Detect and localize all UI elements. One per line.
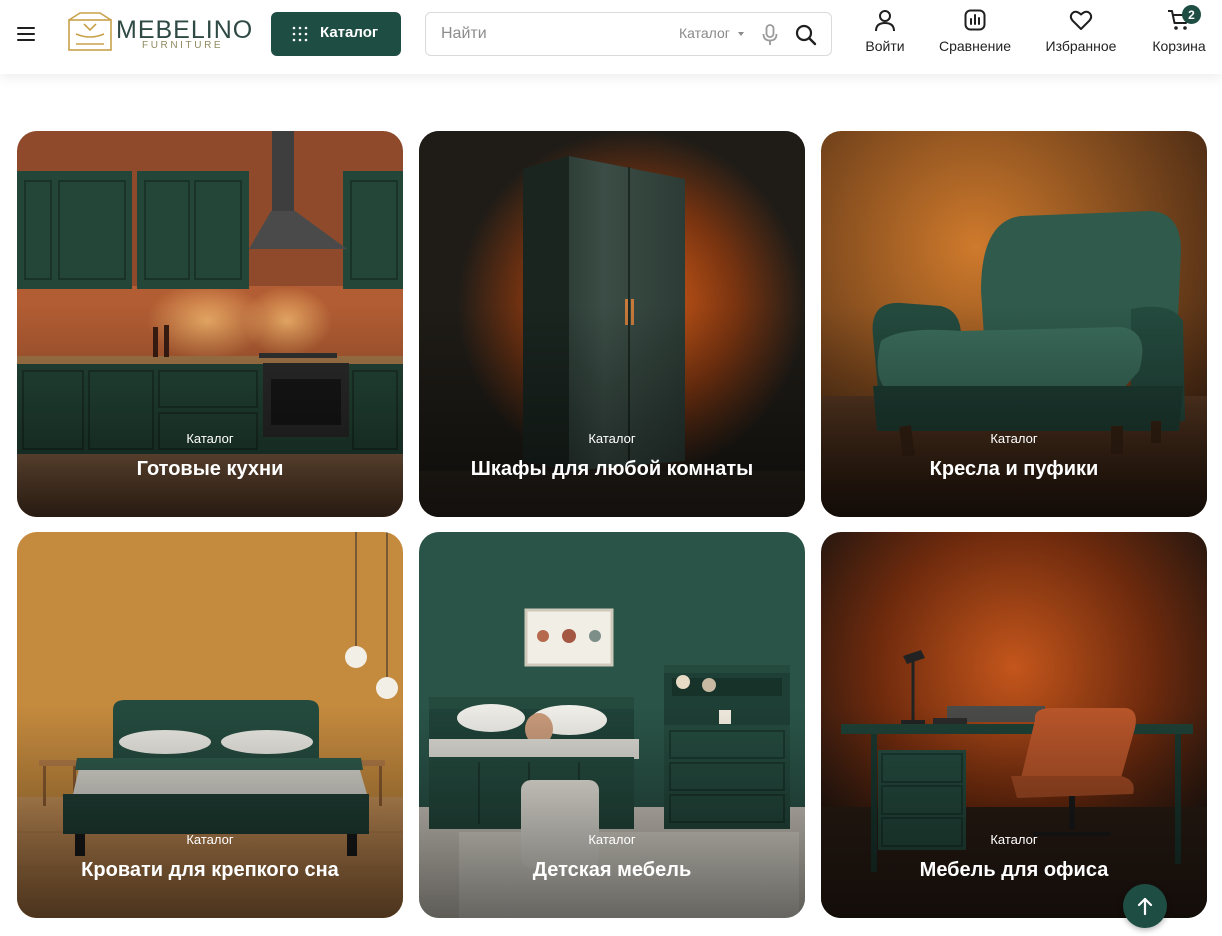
login-button[interactable]: Войти xyxy=(860,8,910,60)
card-kicker: Каталог xyxy=(990,832,1038,847)
card-shade xyxy=(419,705,805,918)
category-card-kids[interactable]: Каталог Детская мебель xyxy=(419,532,805,918)
card-kicker: Каталог xyxy=(990,431,1038,446)
logo[interactable]: MEBELINO FURNITURE xyxy=(66,10,252,56)
search-scope-select[interactable]: Каталог xyxy=(679,25,730,41)
card-title: Шкафы для любой комнаты xyxy=(470,458,754,480)
heart-icon xyxy=(1069,10,1093,30)
cart-button[interactable]: 2 Корзина xyxy=(1148,5,1210,60)
catalog-button[interactable]: Каталог xyxy=(271,12,401,56)
card-kicker: Каталог xyxy=(186,431,234,446)
grid-icon xyxy=(292,26,308,42)
card-kicker: Каталог xyxy=(588,832,636,847)
favorites-label: Избранное xyxy=(1045,38,1117,54)
menu-icon[interactable] xyxy=(17,24,37,44)
favorites-button[interactable]: Избранное xyxy=(1041,8,1121,60)
category-card-beds[interactable]: Каталог Кровати для крепкого сна xyxy=(17,532,403,918)
microphone-icon[interactable] xyxy=(762,24,778,46)
card-title: Детская мебель xyxy=(532,859,692,881)
card-shade xyxy=(17,304,403,517)
cart-count-badge: 2 xyxy=(1182,5,1201,24)
search-bar: Каталог xyxy=(425,12,832,56)
card-kicker: Каталог xyxy=(186,832,234,847)
search-input[interactable] xyxy=(441,22,661,46)
category-card-armchairs[interactable]: Каталог Кресла и пуфики xyxy=(821,131,1207,517)
site-header: MEBELINO FURNITURE Каталог Каталог xyxy=(0,0,1222,74)
scroll-to-top-button[interactable] xyxy=(1123,884,1167,928)
card-shade xyxy=(17,705,403,918)
compare-button[interactable]: Сравнение xyxy=(934,8,1016,60)
arrow-up-icon xyxy=(1137,897,1153,916)
logo-sofa-icon xyxy=(68,12,112,51)
card-kicker: Каталог xyxy=(588,431,636,446)
card-shade xyxy=(419,304,805,517)
compare-icon xyxy=(964,9,986,31)
search-icon[interactable] xyxy=(795,24,817,46)
card-title: Кресла и пуфики xyxy=(929,458,1099,480)
user-icon xyxy=(875,10,895,32)
category-card-wardrobes[interactable]: Каталог Шкафы для любой комнаты xyxy=(419,131,805,517)
category-card-kitchens[interactable]: Каталог Готовые кухни xyxy=(17,131,403,517)
catalog-button-label: Каталог xyxy=(320,24,379,41)
cart-label: Корзина xyxy=(1152,38,1206,54)
caret-down-icon xyxy=(738,32,744,36)
card-shade xyxy=(821,304,1207,517)
card-title: Кровати для крепкого сна xyxy=(81,859,339,881)
card-title: Мебель для офиса xyxy=(919,859,1109,881)
login-label: Войти xyxy=(865,38,905,54)
compare-label: Сравнение xyxy=(939,38,1011,54)
logo-subtitle: FURNITURE xyxy=(142,40,224,51)
card-title: Готовые кухни xyxy=(136,458,284,480)
category-card-office[interactable]: Каталог Мебель для офиса xyxy=(821,532,1207,918)
